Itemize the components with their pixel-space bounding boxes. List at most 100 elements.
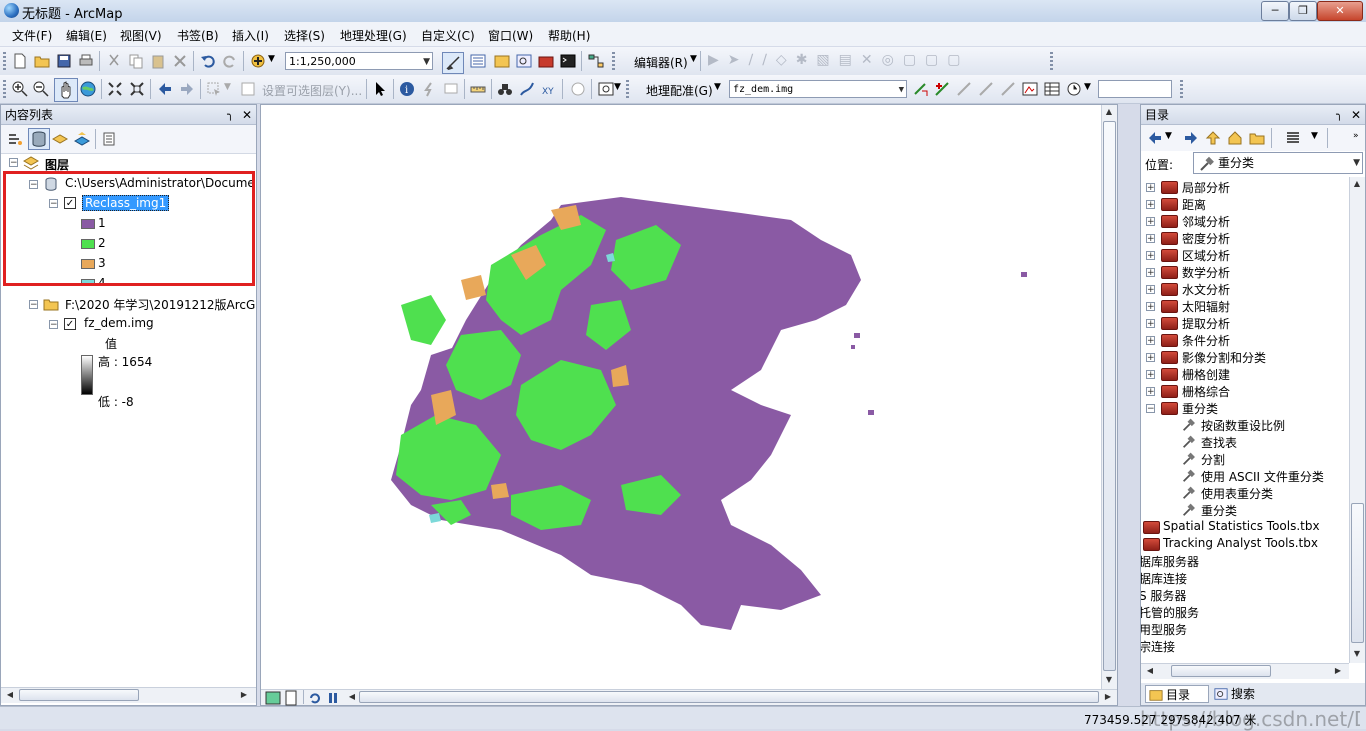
catalog-tool-row[interactable]: 按函数重设比例	[1141, 417, 1349, 434]
group2-collapse-toggle[interactable]: −	[29, 300, 38, 310]
toc-close-icon[interactable]: ✕	[242, 105, 252, 125]
catalog-toolset-row[interactable]: + 距离	[1141, 196, 1349, 213]
map-vertical-scrollbar[interactable]: ▲ ▼	[1101, 105, 1117, 689]
editor-dropdown-icon[interactable]: ▼	[690, 54, 697, 64]
redo-icon[interactable]	[222, 53, 238, 69]
group2-path[interactable]: F:\2020 年学习\20191212版ArcGI	[65, 296, 255, 313]
catalog-tool-row[interactable]: 使用 ASCII 文件重分类	[1141, 468, 1349, 485]
catalog-tool-row[interactable]: 分割	[1141, 451, 1349, 468]
up-one-level-icon[interactable]	[1205, 130, 1221, 146]
toolset-expander[interactable]: +	[1146, 302, 1155, 312]
menu-view[interactable]: 视图(V)	[120, 27, 162, 44]
map-scroll-up-icon[interactable]: ▲	[1102, 105, 1116, 119]
catalog-close-icon[interactable]: ✕	[1351, 105, 1361, 125]
view-link-table-icon[interactable]	[1044, 81, 1060, 97]
toolset-expander[interactable]: +	[1146, 251, 1155, 261]
fzdem-layer-name[interactable]: fz_dem.img	[84, 316, 154, 330]
map-scale-combo[interactable]: 1:1,250,000 ▼	[285, 52, 433, 70]
catalog-scroll-up-icon[interactable]: ▲	[1350, 177, 1364, 191]
catalog-horizontal-scrollbar[interactable]: ◀ ▶	[1141, 663, 1349, 679]
catalog-server-row[interactable]: 用型服务	[1141, 621, 1349, 638]
pause-drawing-icon[interactable]	[325, 690, 341, 706]
menu-customize[interactable]: 自定义(C)	[421, 27, 475, 44]
save-icon[interactable]	[56, 53, 72, 69]
zoom-out-icon[interactable]	[33, 81, 49, 97]
map-scroll-right-icon[interactable]: ▶	[1101, 690, 1115, 704]
map-vertical-scroll-thumb[interactable]	[1103, 121, 1116, 671]
catalog-tool-row[interactable]: 使用表重分类	[1141, 485, 1349, 502]
zoom-in-icon[interactable]	[12, 81, 28, 97]
update-georeferencing-icon[interactable]	[956, 81, 972, 97]
toolset-expander[interactable]: +	[1146, 183, 1155, 193]
cut-icon[interactable]	[106, 53, 122, 69]
editor-toolbar-toggle-icon[interactable]	[442, 52, 464, 74]
toolset-expander[interactable]: +	[1146, 387, 1155, 397]
menu-help[interactable]: 帮助(H)	[548, 27, 590, 44]
layout-view-icon[interactable]	[283, 690, 299, 706]
catalog-toolbar-overflow-icon[interactable]: »	[1353, 131, 1359, 141]
catalog-toolset-row[interactable]: + 局部分析	[1141, 179, 1349, 196]
toc-scroll-thumb[interactable]	[19, 689, 139, 701]
open-folder-icon[interactable]	[34, 53, 50, 69]
catalog-toolset-row[interactable]: + 区域分析	[1141, 247, 1349, 264]
location-combo[interactable]: 重分类 ▼	[1193, 152, 1363, 174]
hyperlink-icon[interactable]	[421, 81, 437, 97]
menu-geoprocessing[interactable]: 地理处理(G)	[340, 27, 407, 44]
catalog-toolset-row[interactable]: + 水文分析	[1141, 281, 1349, 298]
go-back-extent-icon[interactable]	[157, 81, 173, 97]
add-data-dropdown-icon[interactable]: ▼	[268, 54, 275, 64]
catalog-toolset-row[interactable]: + 影像分割和分类	[1141, 349, 1349, 366]
catalog-scroll-thumb[interactable]	[1351, 503, 1364, 643]
catalog-toolbox-row[interactable]: Spatial Statistics Tools.tbx	[1141, 519, 1349, 536]
rotate-icon[interactable]	[912, 81, 928, 97]
map-view[interactable]: ◀ ▶ ▲ ▼	[260, 104, 1118, 706]
connect-folder-icon[interactable]	[1249, 130, 1265, 146]
scroll-right-icon[interactable]: ▶	[237, 688, 251, 702]
refresh-icon[interactable]	[307, 690, 323, 706]
go-forward-extent-icon[interactable]	[179, 81, 195, 97]
magnifier-window-icon[interactable]	[598, 81, 614, 97]
select-features-dropdown-icon[interactable]: ▼	[224, 82, 231, 92]
catalog-back-dropdown-icon[interactable]: ▼	[1165, 131, 1172, 141]
home-icon[interactable]	[1227, 130, 1243, 146]
catalog-scroll-down-icon[interactable]: ▼	[1350, 647, 1364, 661]
list-by-drawing-order-icon[interactable]	[7, 131, 23, 147]
toolset-expander[interactable]: +	[1146, 319, 1155, 329]
catalog-server-row[interactable]: 宗连接	[1141, 638, 1349, 655]
menu-windows[interactable]: 窗口(W)	[488, 27, 533, 44]
rotation-clock-icon[interactable]	[1066, 81, 1082, 97]
close-button[interactable]: ✕	[1317, 1, 1363, 21]
pan-icon[interactable]	[54, 78, 78, 102]
fzdem-collapse-toggle[interactable]: −	[49, 320, 58, 330]
full-extent-icon[interactable]	[80, 81, 96, 97]
catalog-toolset-row[interactable]: − 重分类	[1141, 400, 1349, 417]
catalog-scroll-left-icon[interactable]: ◀	[1143, 664, 1157, 678]
toolset-expander[interactable]: +	[1146, 200, 1155, 210]
toolset-expander[interactable]: +	[1146, 234, 1155, 244]
menu-selection[interactable]: 选择(S)	[284, 27, 325, 44]
toolset-expander[interactable]: +	[1146, 217, 1155, 227]
toolset-expander[interactable]: +	[1146, 370, 1155, 380]
catalog-tool-row[interactable]: 重分类	[1141, 502, 1349, 519]
identify-icon[interactable]: i	[399, 81, 415, 97]
scroll-left-icon[interactable]: ◀	[3, 688, 17, 702]
python-window-icon[interactable]	[560, 53, 576, 69]
toolset-expander[interactable]: +	[1146, 268, 1155, 278]
catalog-toolset-row[interactable]: + 邻域分析	[1141, 213, 1349, 230]
table-of-contents-window-icon[interactable]	[470, 53, 486, 69]
menu-bookmarks[interactable]: 书签(B)	[177, 27, 219, 44]
find-binoculars-icon[interactable]	[497, 81, 513, 97]
catalog-pin-icon[interactable]: ╮	[1336, 105, 1343, 125]
delete-icon[interactable]	[172, 53, 188, 69]
model-builder-icon[interactable]	[588, 53, 604, 69]
catalog-window-icon[interactable]	[494, 53, 510, 69]
catalog-vertical-scrollbar[interactable]: ▲ ▼	[1349, 177, 1365, 663]
shift-icon[interactable]	[978, 81, 994, 97]
tab-search[interactable]: 搜索	[1211, 685, 1275, 703]
measure-icon[interactable]	[470, 81, 486, 97]
catalog-toolset-row[interactable]: + 栅格综合	[1141, 383, 1349, 400]
catalog-forward-icon[interactable]	[1183, 130, 1199, 146]
toolset-expander[interactable]: +	[1146, 336, 1155, 346]
search-window-icon[interactable]	[516, 53, 532, 69]
list-by-selection-icon[interactable]	[74, 131, 90, 147]
